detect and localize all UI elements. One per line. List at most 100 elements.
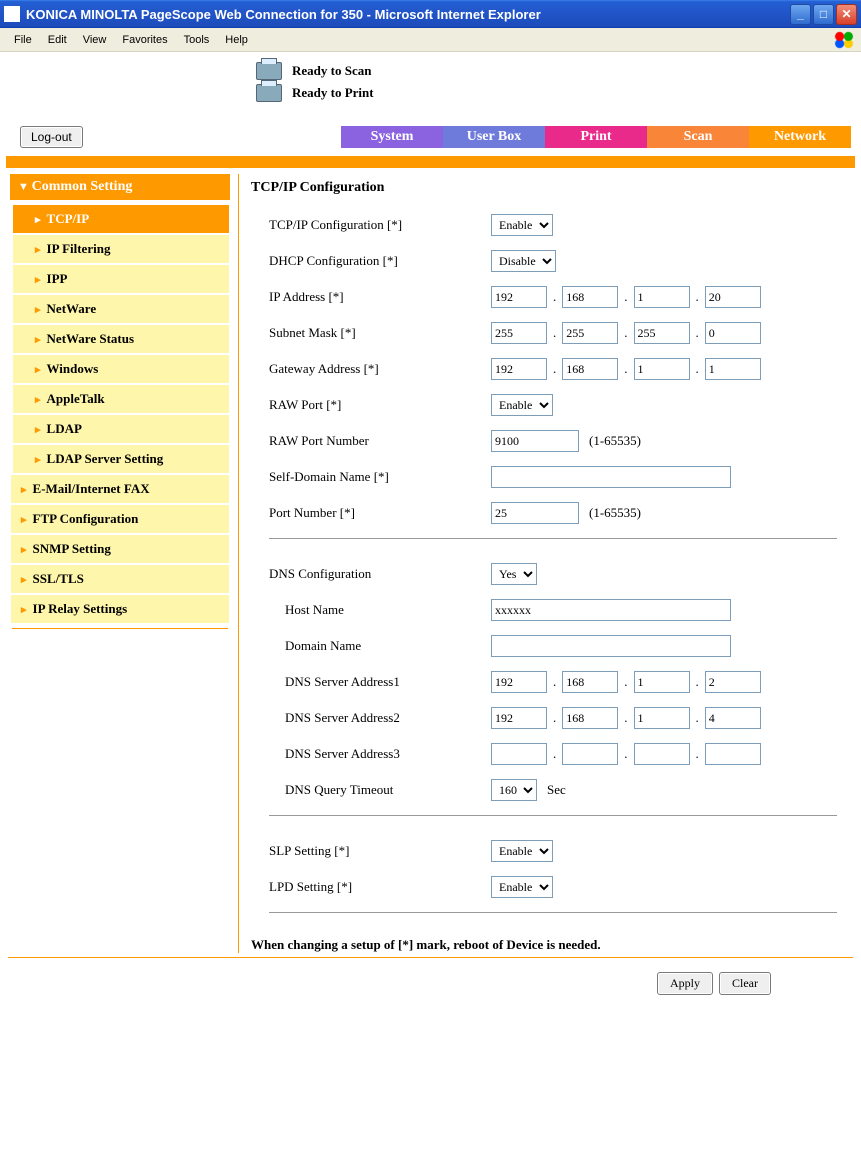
ip-octet-4[interactable] <box>705 286 761 308</box>
tab-system[interactable]: System <box>341 126 443 148</box>
sidebar-item-tcpip[interactable]: TCP/IP <box>12 204 230 234</box>
select-dnstimeout[interactable]: 160 <box>491 779 537 801</box>
reboot-footnote: When changing a setup of [*] mark, reboo… <box>251 937 855 953</box>
sidebar-item-appletalk[interactable]: AppleTalk <box>12 384 230 414</box>
input-domainname[interactable] <box>491 635 731 657</box>
minimize-button[interactable]: _ <box>790 4 811 25</box>
dns3-octet-1[interactable] <box>491 743 547 765</box>
gateway-octet-2[interactable] <box>562 358 618 380</box>
input-portnum[interactable] <box>491 502 579 524</box>
dns3-octet-3[interactable] <box>634 743 690 765</box>
dns1-octet-1[interactable] <box>491 671 547 693</box>
dns1-octet-2[interactable] <box>562 671 618 693</box>
sidebar-item-ipfiltering[interactable]: IP Filtering <box>12 234 230 264</box>
ip-octet-1[interactable] <box>491 286 547 308</box>
subnet-octet-1[interactable] <box>491 322 547 344</box>
menu-tools[interactable]: Tools <box>176 32 218 48</box>
orange-separator <box>6 156 855 168</box>
sidebar-section-common[interactable]: Common Setting <box>10 174 230 200</box>
windows-logo-icon <box>833 31 855 49</box>
sidebar-item-iprelay[interactable]: IP Relay Settings <box>10 594 230 624</box>
gateway-octet-3[interactable] <box>634 358 690 380</box>
menu-favorites[interactable]: Favorites <box>114 32 175 48</box>
input-selfdomain[interactable] <box>491 466 731 488</box>
select-lpd[interactable]: Enable <box>491 876 553 898</box>
menu-file[interactable]: File <box>6 32 40 48</box>
sidebar-item-email[interactable]: E-Mail/Internet FAX <box>10 474 230 504</box>
printer-status-icon <box>256 84 282 102</box>
input-rawportnum[interactable] <box>491 430 579 452</box>
dns2-octet-4[interactable] <box>705 707 761 729</box>
label-rawportnum: RAW Port Number <box>251 433 491 449</box>
sidebar-item-snmp[interactable]: SNMP Setting <box>10 534 230 564</box>
dns3-octet-2[interactable] <box>562 743 618 765</box>
subnet-octet-3[interactable] <box>634 322 690 344</box>
dns1-octet-4[interactable] <box>705 671 761 693</box>
dns1-octet-3[interactable] <box>634 671 690 693</box>
tab-network[interactable]: Network <box>749 126 851 148</box>
sidebar-item-ssltls[interactable]: SSL/TLS <box>10 564 230 594</box>
label-dnstimeout: DNS Query Timeout <box>251 782 491 798</box>
dns2-octet-2[interactable] <box>562 707 618 729</box>
input-hostname[interactable] <box>491 599 731 621</box>
select-dnsconf[interactable]: Yes <box>491 563 537 585</box>
dns2-octet-1[interactable] <box>491 707 547 729</box>
ip-octet-3[interactable] <box>634 286 690 308</box>
label-ip: IP Address [*] <box>251 289 491 305</box>
ie-icon <box>4 6 20 22</box>
sidebar-item-ftp[interactable]: FTP Configuration <box>10 504 230 534</box>
sidebar-item-ipp[interactable]: IPP <box>12 264 230 294</box>
label-dnsconf: DNS Configuration <box>251 566 491 582</box>
label-selfdomain: Self-Domain Name [*] <box>251 469 491 485</box>
maximize-button[interactable]: □ <box>813 4 834 25</box>
label-tcpip: TCP/IP Configuration [*] <box>251 217 491 233</box>
tab-scan[interactable]: Scan <box>647 126 749 148</box>
apply-button[interactable]: Apply <box>657 972 713 995</box>
label-dns2: DNS Server Address2 <box>251 710 491 726</box>
sidebar-item-ldap[interactable]: LDAP <box>12 414 230 444</box>
scan-status-text: Ready to Scan <box>292 63 371 79</box>
dns2-octet-3[interactable] <box>634 707 690 729</box>
label-gateway: Gateway Address [*] <box>251 361 491 377</box>
gateway-octet-4[interactable] <box>705 358 761 380</box>
panel-heading: TCP/IP Configuration <box>251 180 855 196</box>
window-titlebar: KONICA MINOLTA PageScope Web Connection … <box>0 0 861 28</box>
label-dhcp: DHCP Configuration [*] <box>251 253 491 269</box>
label-subnet: Subnet Mask [*] <box>251 325 491 341</box>
subnet-octet-2[interactable] <box>562 322 618 344</box>
close-button[interactable]: ✕ <box>836 4 857 25</box>
dns3-octet-4[interactable] <box>705 743 761 765</box>
clear-button[interactable]: Clear <box>719 972 771 995</box>
tab-print[interactable]: Print <box>545 126 647 148</box>
label-slp: SLP Setting [*] <box>251 843 491 859</box>
hint-sec: Sec <box>547 782 566 798</box>
hint-rawport-range: (1-65535) <box>589 433 641 449</box>
gateway-octet-1[interactable] <box>491 358 547 380</box>
tab-userbox[interactable]: User Box <box>443 126 545 148</box>
menu-view[interactable]: View <box>75 32 115 48</box>
select-tcpip[interactable]: Enable <box>491 214 553 236</box>
print-status-text: Ready to Print <box>292 85 374 101</box>
select-slp[interactable]: Enable <box>491 840 553 862</box>
sidebar: Common Setting TCP/IP IP Filtering IPP N… <box>6 174 238 953</box>
label-dns1: DNS Server Address1 <box>251 674 491 690</box>
sidebar-item-netware-status[interactable]: NetWare Status <box>12 324 230 354</box>
ip-octet-2[interactable] <box>562 286 618 308</box>
sidebar-item-windows[interactable]: Windows <box>12 354 230 384</box>
scanner-status-icon <box>256 62 282 80</box>
label-dns3: DNS Server Address3 <box>251 746 491 762</box>
logout-button[interactable]: Log-out <box>20 126 83 148</box>
label-hostname: Host Name <box>251 602 491 618</box>
sidebar-item-ldap-server[interactable]: LDAP Server Setting <box>12 444 230 474</box>
select-rawport[interactable]: Enable <box>491 394 553 416</box>
menu-edit[interactable]: Edit <box>40 32 75 48</box>
menu-help[interactable]: Help <box>217 32 256 48</box>
hint-port-range: (1-65535) <box>589 505 641 521</box>
select-dhcp[interactable]: Disable <box>491 250 556 272</box>
browser-menubar: File Edit View Favorites Tools Help <box>0 28 861 52</box>
separator-1 <box>269 538 837 539</box>
subnet-octet-4[interactable] <box>705 322 761 344</box>
sidebar-item-netware[interactable]: NetWare <box>12 294 230 324</box>
window-title: KONICA MINOLTA PageScope Web Connection … <box>26 7 790 22</box>
label-rawport: RAW Port [*] <box>251 397 491 413</box>
